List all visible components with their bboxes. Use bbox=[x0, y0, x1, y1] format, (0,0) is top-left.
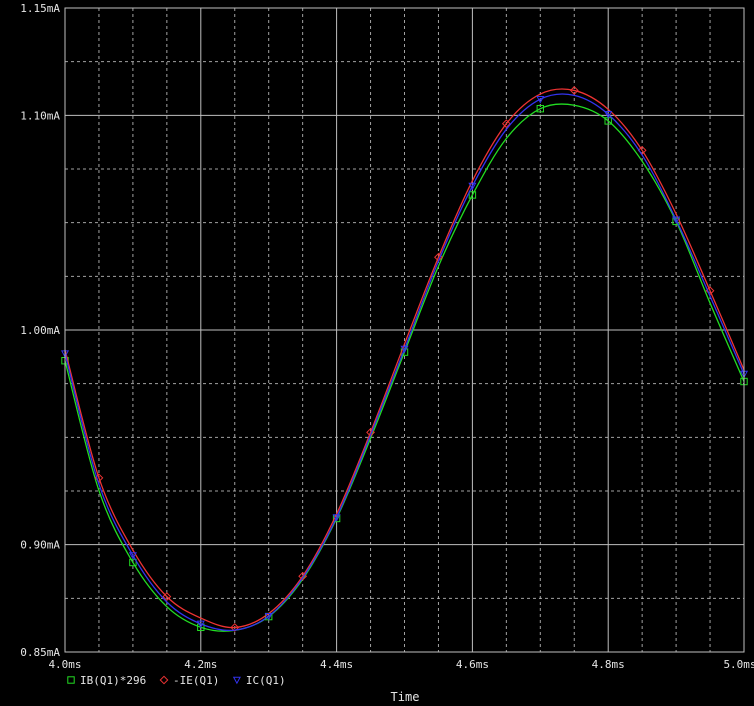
legend: IB(Q1)*296 -IE(Q1) IC(Q1) bbox=[67, 674, 286, 687]
y-tick-label: 0.85mA bbox=[20, 646, 60, 659]
grid bbox=[64, 7, 745, 653]
legend-label-ic-q1: IC(Q1) bbox=[246, 674, 286, 687]
y-tick-label: 1.10mA bbox=[20, 109, 60, 122]
y-tick-label: 0.90mA bbox=[20, 539, 60, 552]
y-tick-label: 1.15mA bbox=[20, 2, 60, 15]
y-tick-label: 1.00mA bbox=[20, 324, 60, 337]
legend-label-ie-q1: -IE(Q1) bbox=[173, 674, 219, 687]
legend-item-ib-q1-296: IB(Q1)*296 bbox=[67, 674, 146, 687]
legend-label-ib-q1-296: IB(Q1)*296 bbox=[80, 674, 146, 687]
x-tick-label: 4.2ms bbox=[184, 658, 217, 671]
chart-background bbox=[0, 0, 754, 706]
x-tick-label: 4.4ms bbox=[320, 658, 353, 671]
x-tick-label: 5.0ms bbox=[723, 658, 754, 671]
x-tick-label: 4.6ms bbox=[456, 658, 489, 671]
x-tick-label: 4.8ms bbox=[592, 658, 625, 671]
x-axis-label: Time bbox=[391, 690, 420, 704]
x-tick-label: 4.0ms bbox=[48, 658, 81, 671]
transient-current-chart: 4.0ms 4.2ms 4.4ms 4.6ms 4.8ms 5.0ms 0.85mA 0.90… bbox=[0, 0, 754, 706]
